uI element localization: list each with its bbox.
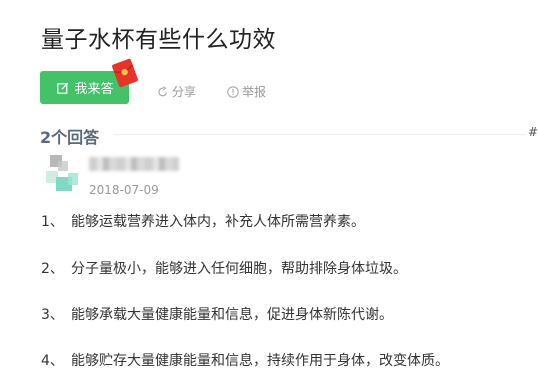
answer-date: 2018-07-09 bbox=[89, 183, 159, 197]
report-link[interactable]: 举报 bbox=[227, 83, 266, 100]
share-label: 分享 bbox=[172, 85, 197, 99]
edit-icon bbox=[57, 82, 69, 94]
avatar[interactable] bbox=[44, 153, 80, 193]
answer-line: 3、 能够承载大量健康能量和信息，促进身体新陈代谢。 bbox=[41, 306, 393, 324]
answer-count: 2个回答 bbox=[40, 128, 100, 147]
answer-line-text: 能够承载大量健康能量和信息，促进身体新陈代谢。 bbox=[71, 307, 393, 323]
answer-button-label: 我来答 bbox=[74, 82, 114, 97]
section-divider bbox=[114, 134, 526, 135]
answer-line: 4、 能够贮存大量健康能量和信息，持续作用于身体，改变体质。 bbox=[41, 352, 449, 370]
answer-line-text: 分子量极小，能够进入任何细胞，帮助排除身体垃圾。 bbox=[71, 261, 407, 277]
answer-line: 1、 能够运载营养进入体内，补充人体所需营养素。 bbox=[41, 213, 365, 231]
answer-line-text: 能够贮存大量健康能量和信息，持续作用于身体，改变体质。 bbox=[71, 353, 449, 369]
answer-line-text: 能够运载营养进入体内，补充人体所需营养素。 bbox=[71, 214, 365, 230]
answer-line-number: 1、 bbox=[41, 214, 64, 230]
share-link[interactable]: 分享 bbox=[157, 83, 196, 100]
answer-line-number: 2、 bbox=[41, 261, 64, 277]
answer-line-number: 4、 bbox=[41, 353, 64, 369]
edge-hash-text: # bbox=[528, 125, 539, 139]
report-icon bbox=[227, 85, 239, 98]
username-blurred[interactable] bbox=[89, 157, 179, 171]
question-page: 量子水杯有些什么功效 我来答 分享 举报 2个回答 # 2018-07-09 1… bbox=[0, 0, 539, 385]
report-label: 举报 bbox=[242, 85, 267, 99]
answer-line-number: 3、 bbox=[41, 307, 64, 323]
answer-line: 2、 分子量极小，能够进入任何细胞，帮助排除身体垃圾。 bbox=[41, 260, 407, 278]
question-title: 量子水杯有些什么功效 bbox=[41, 27, 276, 53]
share-icon bbox=[158, 85, 168, 96]
